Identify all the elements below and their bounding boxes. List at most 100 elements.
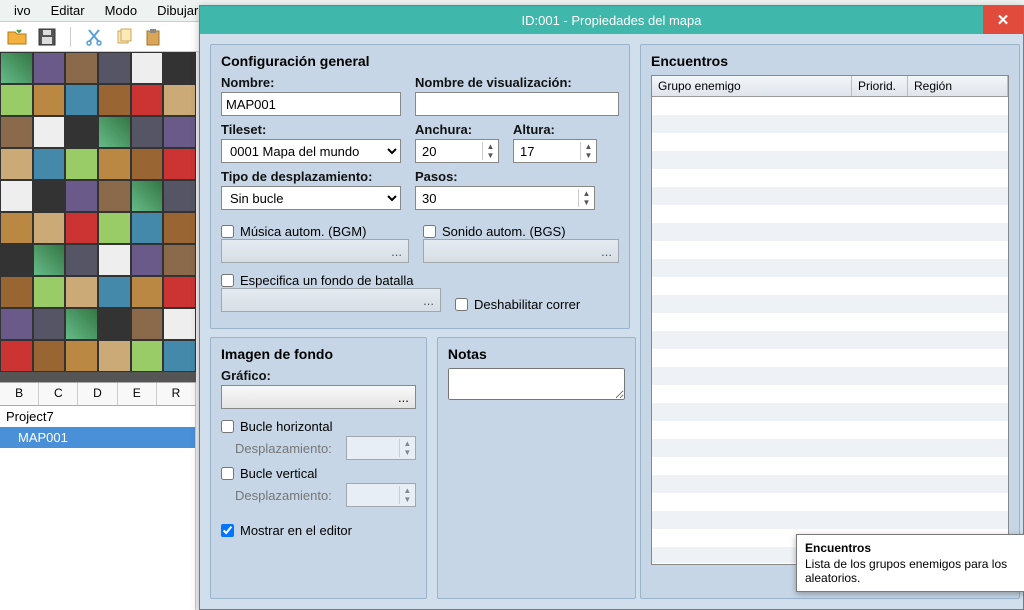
tileset-palette[interactable]	[0, 52, 196, 382]
close-icon: ✕	[997, 11, 1010, 29]
display-name-input[interactable]	[415, 92, 619, 116]
height-spinner[interactable]: 17▲▼	[513, 139, 597, 163]
display-name-label: Nombre de visualización:	[415, 75, 619, 90]
map-tree: Project7 MAP001	[0, 406, 196, 610]
table-row[interactable]	[652, 133, 1008, 151]
copy-icon[interactable]	[113, 26, 135, 48]
table-row[interactable]	[652, 349, 1008, 367]
width-spinner[interactable]: 20▲▼	[415, 139, 499, 163]
background-panel: Imagen de fondo Gráfico: ... Bucle horiz…	[210, 337, 427, 599]
general-title: Configuración general	[221, 53, 619, 69]
encounters-tooltip: Encuentros Lista de los grupos enemigos …	[796, 534, 1024, 592]
hscroll-spinner[interactable]: ▲▼	[346, 436, 416, 460]
table-row[interactable]	[652, 457, 1008, 475]
map-properties-dialog: ID:001 - Propiedades del mapa ✕ Configur…	[199, 5, 1024, 610]
open-icon[interactable]	[6, 26, 28, 48]
tab-b[interactable]: B	[0, 383, 39, 405]
table-row[interactable]	[652, 439, 1008, 457]
tileset-select[interactable]: 0001 Mapa del mundo	[221, 139, 401, 163]
scroll-select[interactable]: Sin bucle	[221, 186, 401, 210]
tree-map-selected[interactable]: MAP001	[0, 427, 195, 448]
table-row[interactable]	[652, 115, 1008, 133]
encounters-rows[interactable]	[652, 97, 1008, 563]
bgs-select-button[interactable]: ...	[423, 239, 619, 263]
close-button[interactable]: ✕	[983, 6, 1023, 34]
scroll-label: Tipo de desplazamiento:	[221, 169, 401, 184]
background-title: Imagen de fondo	[221, 346, 416, 362]
col-priority[interactable]: Priorid.	[852, 76, 908, 96]
hloop-label: Bucle horizontal	[240, 419, 333, 434]
table-row[interactable]	[652, 313, 1008, 331]
vscroll-spinner[interactable]: ▲▼	[346, 483, 416, 507]
graphic-select-button[interactable]: ...	[221, 385, 416, 409]
hscroll-label: Desplazamiento:	[221, 441, 332, 456]
tooltip-body: Lista de los grupos enemigos para los al…	[805, 557, 1017, 585]
table-row[interactable]	[652, 259, 1008, 277]
width-label: Anchura:	[415, 122, 499, 137]
notes-title: Notas	[448, 346, 625, 362]
menu-item-modo[interactable]: Modo	[95, 1, 148, 20]
vscroll-label: Desplazamiento:	[221, 488, 332, 503]
table-row[interactable]	[652, 241, 1008, 259]
table-row[interactable]	[652, 187, 1008, 205]
steps-spinner[interactable]: 30▲▼	[415, 186, 595, 210]
table-row[interactable]	[652, 205, 1008, 223]
paste-icon[interactable]	[143, 26, 165, 48]
disable-dash-label: Deshabilitar correr	[474, 297, 580, 312]
encounters-table[interactable]: Grupo enemigo Priorid. Región	[651, 75, 1009, 565]
name-label: Nombre:	[221, 75, 401, 90]
table-row[interactable]	[652, 169, 1008, 187]
notes-panel: Notas	[437, 337, 636, 599]
table-row[interactable]	[652, 493, 1008, 511]
bgm-checkbox[interactable]	[221, 225, 234, 238]
tileset-label: Tileset:	[221, 122, 401, 137]
col-region[interactable]: Región	[908, 76, 1008, 96]
tab-c[interactable]: C	[39, 383, 78, 405]
table-row[interactable]	[652, 385, 1008, 403]
table-row[interactable]	[652, 151, 1008, 169]
general-panel: Configuración general Nombre: Nombre de …	[210, 44, 630, 329]
table-row[interactable]	[652, 475, 1008, 493]
col-group[interactable]: Grupo enemigo	[652, 76, 852, 96]
table-row[interactable]	[652, 331, 1008, 349]
table-row[interactable]	[652, 223, 1008, 241]
battleback-checkbox[interactable]	[221, 274, 234, 287]
dialog-titlebar: ID:001 - Propiedades del mapa ✕	[200, 6, 1023, 34]
hloop-checkbox[interactable]	[221, 420, 234, 433]
table-row[interactable]	[652, 97, 1008, 115]
encounters-panel: Encuentros Grupo enemigo Priorid. Región	[640, 44, 1020, 599]
disable-dash-checkbox[interactable]	[455, 298, 468, 311]
bgs-label: Sonido autom. (BGS)	[442, 224, 566, 239]
save-icon[interactable]	[36, 26, 58, 48]
tab-d[interactable]: D	[78, 383, 117, 405]
tooltip-title: Encuentros	[805, 541, 1017, 555]
table-row[interactable]	[652, 421, 1008, 439]
tileset-tabs: B C D E R	[0, 382, 196, 406]
graphic-label: Gráfico:	[221, 368, 416, 383]
cut-icon[interactable]	[83, 26, 105, 48]
name-input[interactable]	[221, 92, 401, 116]
bgm-select-button[interactable]: ...	[221, 239, 409, 263]
show-editor-checkbox[interactable]	[221, 524, 234, 537]
encounters-title: Encuentros	[651, 53, 1009, 69]
notes-textarea[interactable]	[448, 368, 625, 400]
table-row[interactable]	[652, 367, 1008, 385]
tree-project[interactable]: Project7	[0, 406, 195, 427]
battleback-select-button[interactable]: ...	[221, 288, 441, 312]
vloop-checkbox[interactable]	[221, 467, 234, 480]
bgs-checkbox[interactable]	[423, 225, 436, 238]
tab-r[interactable]: R	[157, 383, 196, 405]
height-label: Altura:	[513, 122, 597, 137]
table-row[interactable]	[652, 511, 1008, 529]
menu-item-editar[interactable]: Editar	[41, 1, 95, 20]
steps-label: Pasos:	[415, 169, 595, 184]
table-row[interactable]	[652, 277, 1008, 295]
table-row[interactable]	[652, 295, 1008, 313]
menu-item-archivo[interactable]: ivo	[4, 1, 41, 20]
bgm-label: Música autom. (BGM)	[240, 224, 366, 239]
tab-e[interactable]: E	[118, 383, 157, 405]
dialog-title: ID:001 - Propiedades del mapa	[522, 13, 702, 28]
vloop-label: Bucle vertical	[240, 466, 317, 481]
show-editor-label: Mostrar en el editor	[240, 523, 352, 538]
table-row[interactable]	[652, 403, 1008, 421]
